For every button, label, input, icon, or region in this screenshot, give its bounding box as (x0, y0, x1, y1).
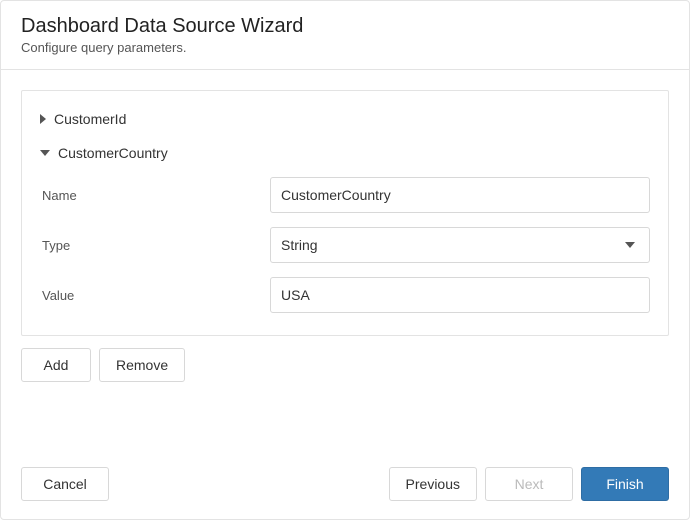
wizard-subtitle: Configure query parameters. (21, 40, 669, 55)
name-input[interactable] (270, 177, 650, 213)
parameter-fields: Name Type String Value (40, 177, 650, 313)
chevron-down-icon (40, 150, 50, 156)
field-row-value: Value (40, 277, 650, 313)
wizard-body: CustomerId CustomerCountry Name Type (1, 70, 689, 451)
field-row-name: Name (40, 177, 650, 213)
chevron-right-icon (40, 114, 46, 124)
previous-button[interactable]: Previous (389, 467, 477, 501)
wizard-header: Dashboard Data Source Wizard Configure q… (1, 1, 689, 70)
wizard-dialog: Dashboard Data Source Wizard Configure q… (0, 0, 690, 520)
parameter-actions: Add Remove (21, 348, 669, 382)
field-label-type: Type (40, 238, 270, 253)
cancel-button[interactable]: Cancel (21, 467, 109, 501)
parameter-item-customercountry[interactable]: CustomerCountry (40, 139, 650, 167)
finish-button[interactable]: Finish (581, 467, 669, 501)
remove-button[interactable]: Remove (99, 348, 185, 382)
field-row-type: Type String (40, 227, 650, 263)
parameter-label: CustomerCountry (58, 145, 168, 161)
field-label-value: Value (40, 288, 270, 303)
chevron-down-icon (625, 242, 635, 248)
type-select[interactable]: String (270, 227, 650, 263)
parameter-label: CustomerId (54, 111, 126, 127)
parameters-panel: CustomerId CustomerCountry Name Type (21, 90, 669, 336)
field-label-name: Name (40, 188, 270, 203)
wizard-title: Dashboard Data Source Wizard (21, 15, 669, 38)
type-select-value: String (281, 237, 318, 253)
add-button[interactable]: Add (21, 348, 91, 382)
parameter-item-customerid[interactable]: CustomerId (40, 105, 650, 133)
next-button: Next (485, 467, 573, 501)
wizard-footer: Cancel Previous Next Finish (1, 451, 689, 519)
value-input[interactable] (270, 277, 650, 313)
